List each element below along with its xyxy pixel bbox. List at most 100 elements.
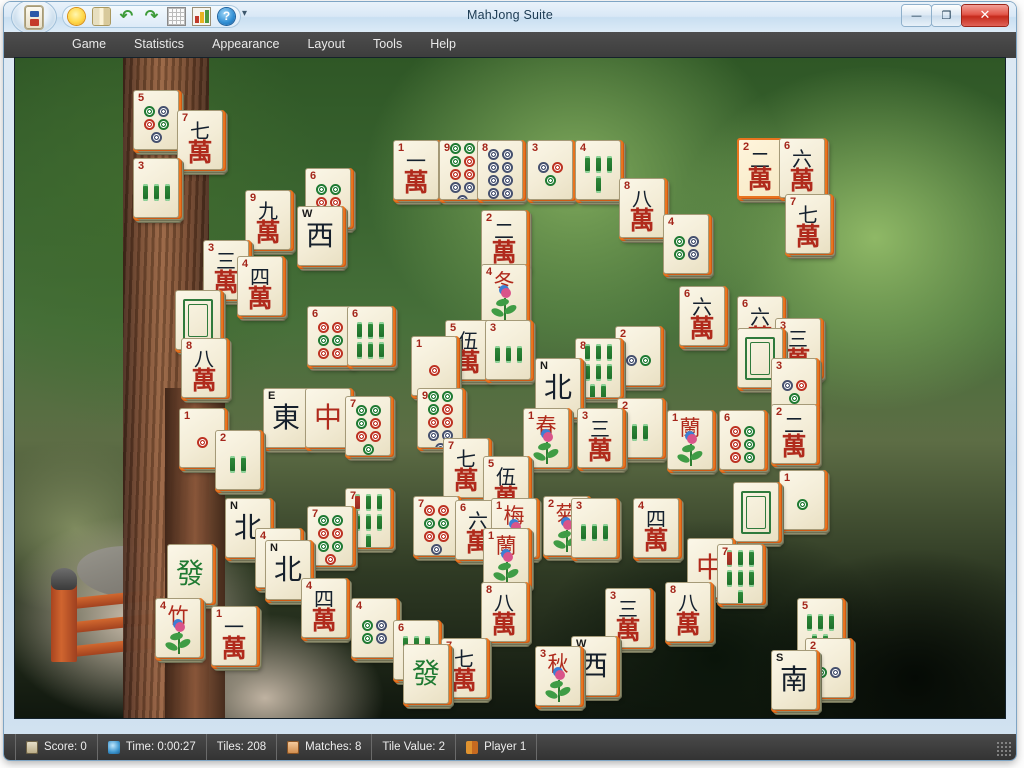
dot-pip [375, 633, 387, 644]
tile-wind-glyph: 南 [779, 663, 808, 696]
mahjong-tile[interactable]: 3秋 [535, 646, 581, 706]
mahjong-tile[interactable]: 1 [411, 336, 457, 396]
mahjong-tile[interactable]: 8八萬 [665, 582, 711, 642]
mahjong-tile[interactable]: 6 [347, 306, 393, 366]
mahjong-tile[interactable]: 3三萬 [577, 408, 623, 468]
mahjong-tile[interactable]: 4竹 [155, 598, 201, 658]
mahjong-tile[interactable]: 2二萬 [737, 138, 783, 198]
mahjong-tile[interactable]: E東 [263, 388, 309, 448]
mahjong-tile[interactable]: 8 [477, 140, 523, 200]
mahjong-tile[interactable]: 8 [575, 338, 621, 398]
mahjong-tile[interactable]: 8八萬 [481, 582, 527, 642]
mahjong-tile[interactable]: 4四萬 [237, 256, 283, 316]
tile-wan-glyph: 萬 [311, 606, 337, 635]
mahjong-tile[interactable]: 4四萬 [633, 498, 679, 558]
dot-pip [427, 403, 439, 415]
mahjong-tile[interactable]: 發 [403, 644, 449, 704]
mahjong-tile[interactable]: 3 [571, 498, 617, 558]
bamboo-stick [365, 493, 371, 511]
mahjong-tile[interactable]: 7 [717, 544, 763, 604]
dot-pip [143, 118, 155, 130]
dot-pip [361, 620, 373, 631]
tile-dragon-glyph: 發 [411, 657, 440, 690]
dot-pip [196, 436, 208, 448]
mahjong-tile[interactable]: 2 [615, 326, 661, 386]
menu-item-tools[interactable]: Tools [359, 32, 416, 56]
mahjong-tile[interactable]: 7七萬 [177, 110, 223, 170]
mahjong-tile[interactable]: 4冬 [481, 264, 527, 324]
mahjong-tile[interactable]: 1蘭 [483, 528, 529, 588]
status-cell-5: Player 1 [456, 734, 538, 760]
dot-pip [441, 403, 453, 415]
mahjong-tile[interactable]: 5 [133, 90, 179, 150]
dot-pip [331, 321, 343, 333]
dot-pip [331, 515, 343, 526]
mahjong-tile[interactable]: 6六萬 [679, 286, 725, 346]
mahjong-tile[interactable]: 1春 [523, 408, 569, 468]
menu-item-appearance[interactable]: Appearance [198, 32, 293, 56]
tile-white-dragon-frame [741, 491, 771, 534]
tile-bamboo-art [216, 442, 260, 486]
dot-pip [501, 149, 513, 160]
mahjong-tile[interactable]: S南 [771, 650, 817, 710]
mahjong-tile[interactable]: 7七萬 [785, 194, 831, 254]
dot-pip [501, 188, 513, 199]
dot-pip [315, 183, 327, 195]
mahjong-tile[interactable]: W西 [297, 206, 343, 266]
tile-bamboo-art [576, 343, 620, 397]
resize-grip[interactable] [996, 741, 1012, 757]
mahjong-tile[interactable]: 6六萬 [779, 138, 825, 198]
menu-item-game[interactable]: Game [58, 32, 120, 56]
dot-pip [441, 390, 453, 402]
mahjong-tile[interactable]: 7 [413, 496, 459, 556]
mahjong-tile[interactable]: 發 [167, 544, 213, 604]
dot-pip [317, 321, 329, 333]
dot-pip [157, 105, 169, 117]
tile-wan-glyph: 萬 [247, 284, 273, 313]
bamboo-stick [356, 341, 362, 359]
dot-pip [329, 183, 341, 195]
dot-pip [829, 666, 841, 678]
dot-pip [551, 162, 563, 173]
mahjong-tile[interactable] [733, 482, 779, 542]
mahjong-tile[interactable]: 8八萬 [619, 178, 665, 238]
bamboo-stick [595, 155, 601, 173]
dot-pip [743, 438, 755, 450]
bamboo-stick [737, 589, 743, 603]
mahjong-tile[interactable]: 4四萬 [301, 578, 347, 638]
mahjong-tile[interactable]: 3 [133, 158, 179, 218]
mahjong-tile[interactable]: 8八萬 [181, 338, 227, 398]
tile-wan-glyph: 萬 [587, 436, 613, 465]
mahjong-tile[interactable]: 7 [345, 396, 391, 456]
mahjong-tile[interactable]: 1一萬 [393, 140, 439, 200]
mahjong-tile[interactable]: 1 [779, 470, 825, 530]
close-button[interactable]: ✕ [962, 5, 1008, 26]
tile-dots-art [664, 227, 708, 269]
mahjong-tile[interactable]: 2 [215, 430, 261, 490]
mahjong-tile[interactable]: 1蘭 [667, 410, 713, 470]
dot-pip [317, 541, 329, 552]
mahjong-tile[interactable]: 2 [617, 398, 663, 458]
bamboo-stick [584, 155, 590, 173]
mahjong-tile[interactable]: 2二萬 [771, 404, 817, 464]
mahjong-tile[interactable]: 9九萬 [245, 190, 291, 250]
menu-item-layout[interactable]: Layout [293, 32, 359, 56]
mahjong-tile[interactable]: 6 [719, 410, 765, 470]
mahjong-tile[interactable]: 4 [575, 140, 621, 200]
minimize-button[interactable]: — [902, 5, 931, 26]
game-board[interactable]: 57七萬39九萬3三萬4四萬8八萬12N北4四萬發4竹1一萬6W西66E東中77… [15, 58, 1005, 718]
bamboo-stick [354, 493, 360, 511]
maximize-button[interactable]: ❐ [932, 5, 961, 26]
menu-item-statistics[interactable]: Statistics [120, 32, 198, 56]
bamboo-stick [806, 613, 812, 631]
mahjong-tile[interactable]: 2二萬 [481, 210, 527, 270]
mahjong-tile[interactable]: 3 [527, 140, 573, 200]
mahjong-tile[interactable]: 7 [307, 506, 353, 566]
mahjong-tile[interactable]: 3 [485, 320, 531, 380]
mahjong-tile[interactable]: 1一萬 [211, 606, 257, 666]
dot-pip [441, 416, 453, 428]
mahjong-tile[interactable]: 4 [663, 214, 709, 274]
menu-item-help[interactable]: Help [416, 32, 470, 56]
lantern-cap-icon [51, 568, 77, 590]
mahjong-tile[interactable]: 4 [351, 598, 397, 658]
